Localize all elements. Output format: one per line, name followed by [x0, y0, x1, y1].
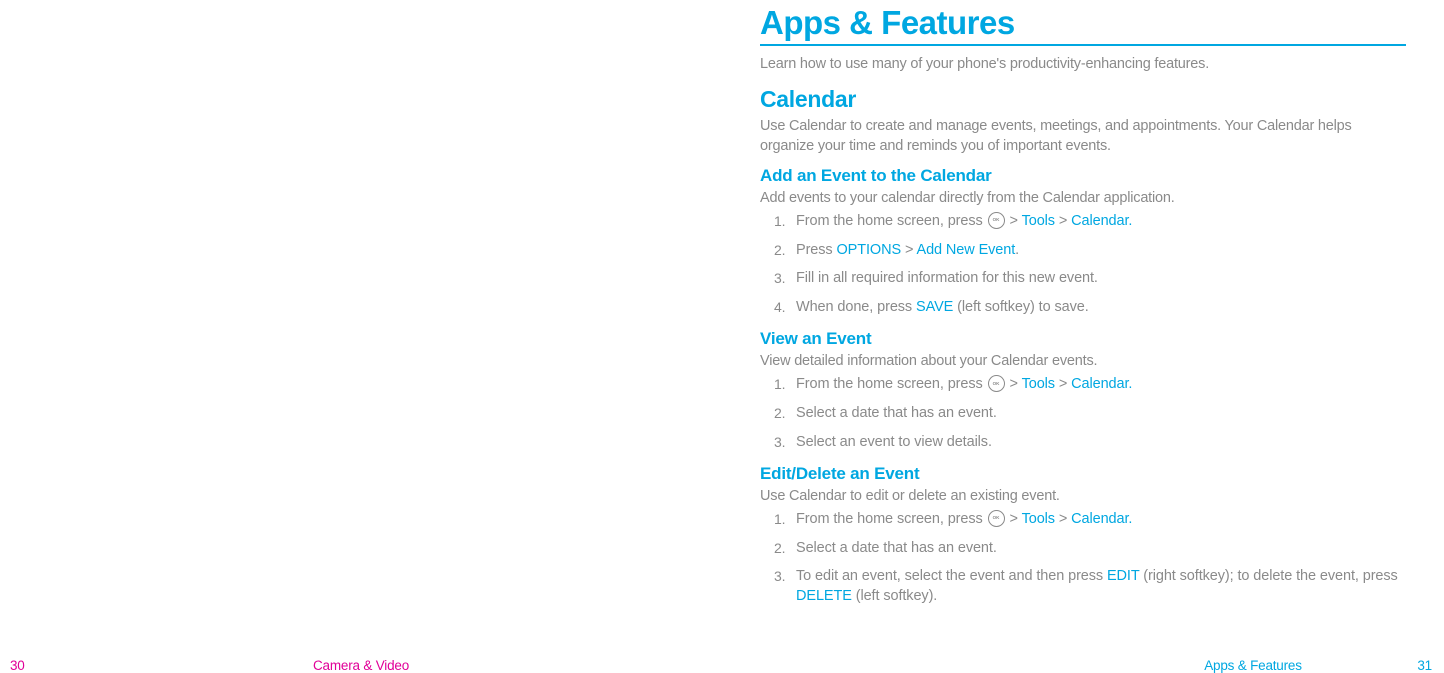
list-item: 1. From the home screen, press > Tools >… — [782, 375, 1406, 395]
list-item: 2. Press OPTIONS > Add New Event. — [782, 241, 1406, 261]
step-text: (left softkey) to save. — [953, 299, 1088, 315]
list-item: 1. From the home screen, press > Tools >… — [782, 212, 1406, 232]
step-text: > — [901, 242, 916, 258]
list-item: 2. Select a date that has an event. — [782, 404, 1406, 424]
step-text: Select an event to view details. — [796, 434, 992, 450]
list-item: 4. When done, press SAVE (left softkey) … — [782, 298, 1406, 318]
step-text: Press — [796, 242, 837, 258]
list-item: 3. Fill in all required information for … — [782, 269, 1406, 289]
keyword-save: SAVE — [916, 299, 953, 315]
heading-view-event: View an Event — [760, 329, 1406, 349]
page-title: Apps & Features — [760, 4, 1406, 46]
step-number: 3. — [774, 433, 785, 452]
step-number: 3. — [774, 269, 785, 288]
list-item: 1. From the home screen, press > Tools >… — [782, 510, 1406, 530]
page-intro: Learn how to use many of your phone's pr… — [760, 56, 1406, 72]
step-number: 2. — [774, 241, 785, 260]
step-text: > — [1055, 511, 1071, 527]
step-text: > — [1006, 213, 1022, 229]
ok-icon — [988, 375, 1005, 392]
step-text: Select a date that has an event. — [796, 540, 997, 556]
step-text: From the home screen, press — [796, 213, 987, 229]
add-event-steps: 1. From the home screen, press > Tools >… — [760, 212, 1406, 317]
list-item: 3. Select an event to view details. — [782, 433, 1406, 453]
view-event-desc: View detailed information about your Cal… — [760, 353, 1406, 369]
step-text: > — [1055, 213, 1071, 229]
step-number: 1. — [774, 375, 785, 394]
keyword-calendar: Calendar. — [1071, 376, 1132, 392]
heading-add-event: Add an Event to the Calendar — [760, 166, 1406, 186]
calendar-desc: Use Calendar to create and manage events… — [760, 117, 1406, 156]
ok-icon — [988, 510, 1005, 527]
step-text: From the home screen, press — [796, 376, 987, 392]
keyword-tools: Tools — [1022, 213, 1055, 229]
edit-event-desc: Use Calendar to edit or delete an existi… — [760, 488, 1406, 504]
step-number: 2. — [774, 404, 785, 423]
step-number: 4. — [774, 298, 785, 317]
step-number: 1. — [774, 212, 785, 231]
ok-icon — [988, 212, 1005, 229]
keyword-tools: Tools — [1022, 511, 1055, 527]
step-text: > — [1055, 376, 1071, 392]
keyword-calendar: Calendar. — [1071, 511, 1132, 527]
step-text: > — [1006, 511, 1022, 527]
step-number: 1. — [774, 510, 785, 529]
step-text: Fill in all required information for thi… — [796, 270, 1098, 286]
step-text: (right softkey); to delete the event, pr… — [1139, 568, 1397, 584]
step-text: From the home screen, press — [796, 511, 987, 527]
list-item: 3. To edit an event, select the event an… — [782, 567, 1406, 606]
right-page: Apps & Features Learn how to use many of… — [722, 0, 1444, 666]
left-page — [0, 0, 722, 666]
keyword-calendar: Calendar. — [1071, 213, 1132, 229]
edit-event-steps: 1. From the home screen, press > Tools >… — [760, 510, 1406, 606]
heading-calendar: Calendar — [760, 86, 1406, 113]
list-item: 2. Select a date that has an event. — [782, 539, 1406, 559]
step-text: (left softkey). — [852, 588, 937, 604]
heading-edit-event: Edit/Delete an Event — [760, 464, 1406, 484]
step-number: 2. — [774, 539, 785, 558]
view-event-steps: 1. From the home screen, press > Tools >… — [760, 375, 1406, 452]
keyword-add-new-event: Add New Event — [917, 242, 1016, 258]
keyword-edit: EDIT — [1107, 568, 1139, 584]
keyword-delete: DELETE — [796, 588, 852, 604]
step-text: > — [1006, 376, 1022, 392]
step-text: To edit an event, select the event and t… — [796, 568, 1107, 584]
keyword-tools: Tools — [1022, 376, 1055, 392]
step-text: Select a date that has an event. — [796, 405, 997, 421]
step-text: When done, press — [796, 299, 916, 315]
keyword-options: OPTIONS — [837, 242, 902, 258]
step-text: . — [1015, 242, 1019, 258]
add-event-desc: Add events to your calendar directly fro… — [760, 190, 1406, 206]
step-number: 3. — [774, 567, 785, 586]
